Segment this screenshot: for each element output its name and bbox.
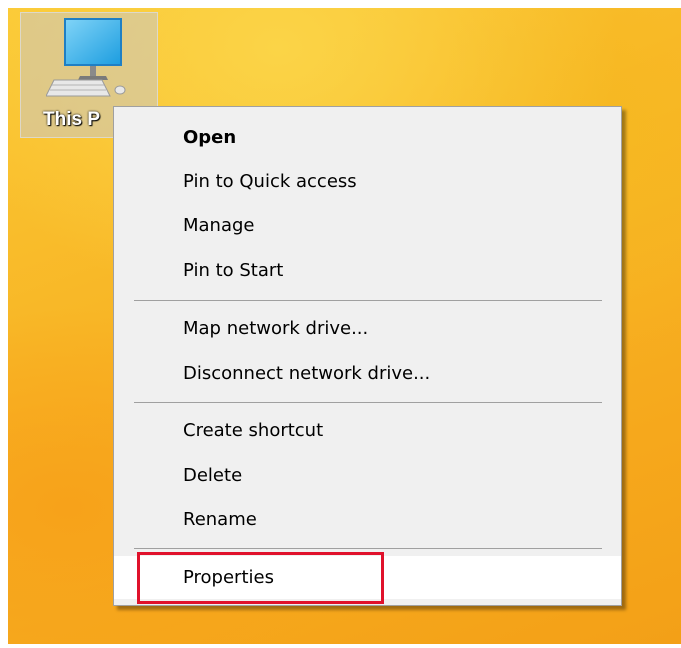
- context-menu: Open Pin to Quick access Manage Pin to S…: [113, 106, 622, 606]
- menu-item-pin-to-quick-access[interactable]: Pin to Quick access: [114, 160, 621, 203]
- menu-item-pin-to-start[interactable]: Pin to Start: [114, 249, 621, 292]
- menu-separator: [134, 300, 602, 301]
- menu-item-delete[interactable]: Delete: [114, 454, 621, 497]
- menu-item-manage[interactable]: Manage: [114, 204, 621, 247]
- screenshot-frame: This P Open Pin to Quick access Manage P…: [0, 0, 681, 648]
- menu-item-disconnect-network-drive[interactable]: Disconnect network drive...: [114, 352, 621, 395]
- menu-separator: [134, 402, 602, 403]
- menu-item-map-network-drive[interactable]: Map network drive...: [114, 307, 621, 350]
- menu-separator: [134, 548, 602, 549]
- desktop-icon-label: This P: [43, 109, 101, 130]
- desktop-background[interactable]: This P Open Pin to Quick access Manage P…: [8, 8, 681, 644]
- menu-item-open[interactable]: Open: [114, 116, 621, 159]
- menu-item-properties[interactable]: Properties: [114, 556, 621, 599]
- menu-item-rename[interactable]: Rename: [114, 498, 621, 541]
- computer-monitor-icon: [46, 18, 126, 97]
- menu-item-create-shortcut[interactable]: Create shortcut: [114, 409, 621, 452]
